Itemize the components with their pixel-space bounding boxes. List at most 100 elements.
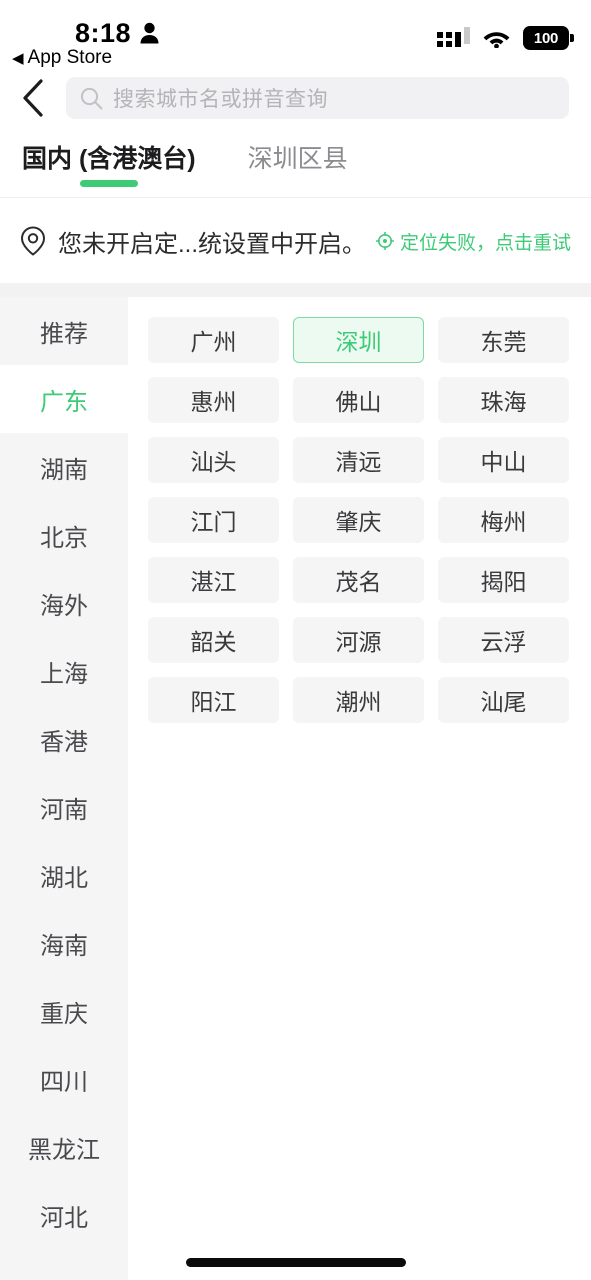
city-chip[interactable]: 佛山 xyxy=(293,377,424,423)
city-chip[interactable]: 河源 xyxy=(293,617,424,663)
cellular-signal-icon xyxy=(437,26,470,47)
city-chip[interactable]: 汕头 xyxy=(148,437,279,483)
battery-level: 100 xyxy=(533,29,559,47)
city-grid-panel: 广州 深圳 东莞惠州 佛山 珠海汕头 清远 中山江门 肇庆 梅州湛江 茂名 揭阳韶关 河源 云浮阳江 潮州… xyxy=(128,297,591,1280)
tab-active-underline xyxy=(79,180,138,187)
city-chip[interactable]: 肇庆 xyxy=(293,497,424,543)
search-input[interactable]: 搜索城市名或拼音查询 xyxy=(66,77,569,119)
sidebar-item-label: 河北 xyxy=(40,1204,88,1232)
sidebar-item[interactable]: 上海 xyxy=(0,637,128,705)
tab-shenzhen-districts[interactable]: 深圳区县 xyxy=(248,134,348,175)
city-chip-label: 江门 xyxy=(190,509,237,535)
search-icon xyxy=(80,87,103,109)
sidebar-item[interactable]: 推荐 xyxy=(0,297,128,365)
city-chip-label: 湛江 xyxy=(190,569,237,595)
city-chip[interactable]: 惠州 xyxy=(148,377,279,423)
crosshair-target-icon xyxy=(375,232,394,250)
sidebar-item[interactable]: 重庆 xyxy=(0,977,128,1045)
sidebar-item-label: 上海 xyxy=(40,660,88,688)
sidebar-item[interactable]: 湖南 xyxy=(0,433,128,501)
return-app-label: App Store xyxy=(27,47,113,68)
wifi-icon xyxy=(483,31,510,48)
return-to-app-store-link[interactable]: ◀ App Store xyxy=(12,47,112,69)
status-indicators: 100 xyxy=(437,26,574,50)
city-chip[interactable]: 深圳 xyxy=(293,317,424,363)
city-chip-label: 茂名 xyxy=(335,569,382,595)
sidebar-item-label: 北京 xyxy=(40,524,88,552)
home-indicator xyxy=(185,1258,406,1267)
sidebar-item[interactable]: 海外 xyxy=(0,569,128,637)
city-picker-body: 推荐广东湖南北京海外上海香港河南湖北海南重庆四川黑龙江河北 广州 深圳 东莞惠州 佛山… xyxy=(0,297,591,1280)
sidebar-item[interactable]: 黑龙江 xyxy=(0,1113,128,1181)
battery-icon: 100 xyxy=(523,26,574,50)
city-chip[interactable]: 汕尾 xyxy=(438,677,569,723)
sidebar-item[interactable]: 四川 xyxy=(0,1045,128,1113)
tab-domestic-label: 国内 (含港澳台) xyxy=(22,145,196,173)
city-chip[interactable]: 江门 xyxy=(148,497,279,543)
province-sidebar[interactable]: 推荐广东湖南北京海外上海香港河南湖北海南重庆四川黑龙江河北 xyxy=(0,297,128,1280)
city-chip-label: 河源 xyxy=(335,629,382,655)
city-chip[interactable]: 云浮 xyxy=(438,617,569,663)
city-chip[interactable]: 广州 xyxy=(148,317,279,363)
city-chip[interactable]: 揭阳 xyxy=(438,557,569,603)
city-chip-label: 佛山 xyxy=(335,389,382,415)
city-chip[interactable]: 珠海 xyxy=(438,377,569,423)
sidebar-item[interactable]: 广东 xyxy=(0,365,128,433)
location-retry-label: 定位失败，点击重试 xyxy=(399,232,571,254)
sidebar-item-label: 广东 xyxy=(40,388,88,416)
sidebar-item[interactable]: 香港 xyxy=(0,705,128,773)
city-chip-label: 东莞 xyxy=(480,329,527,355)
city-chip-label: 揭阳 xyxy=(480,569,527,595)
tab-bar: 国内 (含港澳台) 深圳区县 xyxy=(0,134,591,198)
sidebar-item[interactable]: 湖北 xyxy=(0,841,128,909)
sidebar-item[interactable]: 海南 xyxy=(0,909,128,977)
city-chip-label: 潮州 xyxy=(335,689,382,715)
tab-shenzhen-districts-label: 深圳区县 xyxy=(247,145,348,173)
city-chip-label: 云浮 xyxy=(480,629,527,655)
sidebar-item-label: 海南 xyxy=(40,932,88,960)
city-chip[interactable]: 茂名 xyxy=(293,557,424,603)
sidebar-item[interactable]: 河南 xyxy=(0,773,128,841)
location-notice-bar: 您未开启定...统设置中开启。 定位失败，点击重试 xyxy=(0,199,591,283)
city-chip[interactable]: 潮州 xyxy=(293,677,424,723)
location-notice-text: 您未开启定...统设置中开启。 xyxy=(58,230,367,258)
city-chip[interactable]: 东莞 xyxy=(438,317,569,363)
sidebar-item-label: 湖北 xyxy=(40,864,88,892)
back-triangle-icon: ◀ xyxy=(12,49,24,67)
city-chip[interactable]: 阳江 xyxy=(148,677,279,723)
chevron-left-icon xyxy=(23,79,43,117)
city-chip-label: 深圳 xyxy=(335,329,382,355)
person-icon xyxy=(140,22,159,44)
city-chip[interactable]: 韶关 xyxy=(148,617,279,663)
back-button[interactable] xyxy=(0,70,66,126)
sidebar-item-label: 湖南 xyxy=(40,456,88,484)
city-chip[interactable]: 湛江 xyxy=(148,557,279,603)
location-retry-button[interactable]: 定位失败，点击重试 xyxy=(375,228,571,255)
sidebar-item-label: 海外 xyxy=(40,592,88,620)
city-chip[interactable]: 梅州 xyxy=(438,497,569,543)
city-chip-label: 韶关 xyxy=(190,629,237,655)
phone-screen: 8:18 100 ◀ App Store 搜索城市名或拼音查询 国内 (含港澳台… xyxy=(0,0,591,1280)
city-chip-label: 汕头 xyxy=(190,449,237,475)
city-chip-label: 珠海 xyxy=(480,389,527,415)
city-chip-label: 梅州 xyxy=(480,509,527,535)
sidebar-item[interactable]: 北京 xyxy=(0,501,128,569)
sidebar-item-label: 四川 xyxy=(40,1068,88,1096)
city-chip-label: 清远 xyxy=(335,449,382,475)
status-bar: 8:18 100 ◀ App Store xyxy=(0,0,591,68)
sidebar-item-label: 河南 xyxy=(40,796,88,824)
city-chip[interactable]: 中山 xyxy=(438,437,569,483)
search-placeholder: 搜索城市名或拼音查询 xyxy=(113,88,328,111)
city-chip-label: 中山 xyxy=(480,449,527,475)
sidebar-item[interactable]: 河北 xyxy=(0,1181,128,1249)
search-row: 搜索城市名或拼音查询 xyxy=(0,70,591,126)
tab-domestic[interactable]: 国内 (含港澳台) xyxy=(22,134,196,187)
city-chip[interactable]: 清远 xyxy=(293,437,424,483)
sidebar-item-label: 黑龙江 xyxy=(28,1136,100,1164)
city-grid: 广州 深圳 东莞惠州 佛山 珠海汕头 清远 中山江门 肇庆 梅州湛江 茂名 揭阳韶关 河源 云浮阳江 潮州… xyxy=(148,317,569,723)
sidebar-item-label: 重庆 xyxy=(40,1000,88,1028)
city-chip-label: 广州 xyxy=(190,329,237,355)
location-pin-icon xyxy=(20,226,46,256)
city-chip-label: 肇庆 xyxy=(335,509,382,535)
status-time: 8:18 xyxy=(75,18,132,48)
